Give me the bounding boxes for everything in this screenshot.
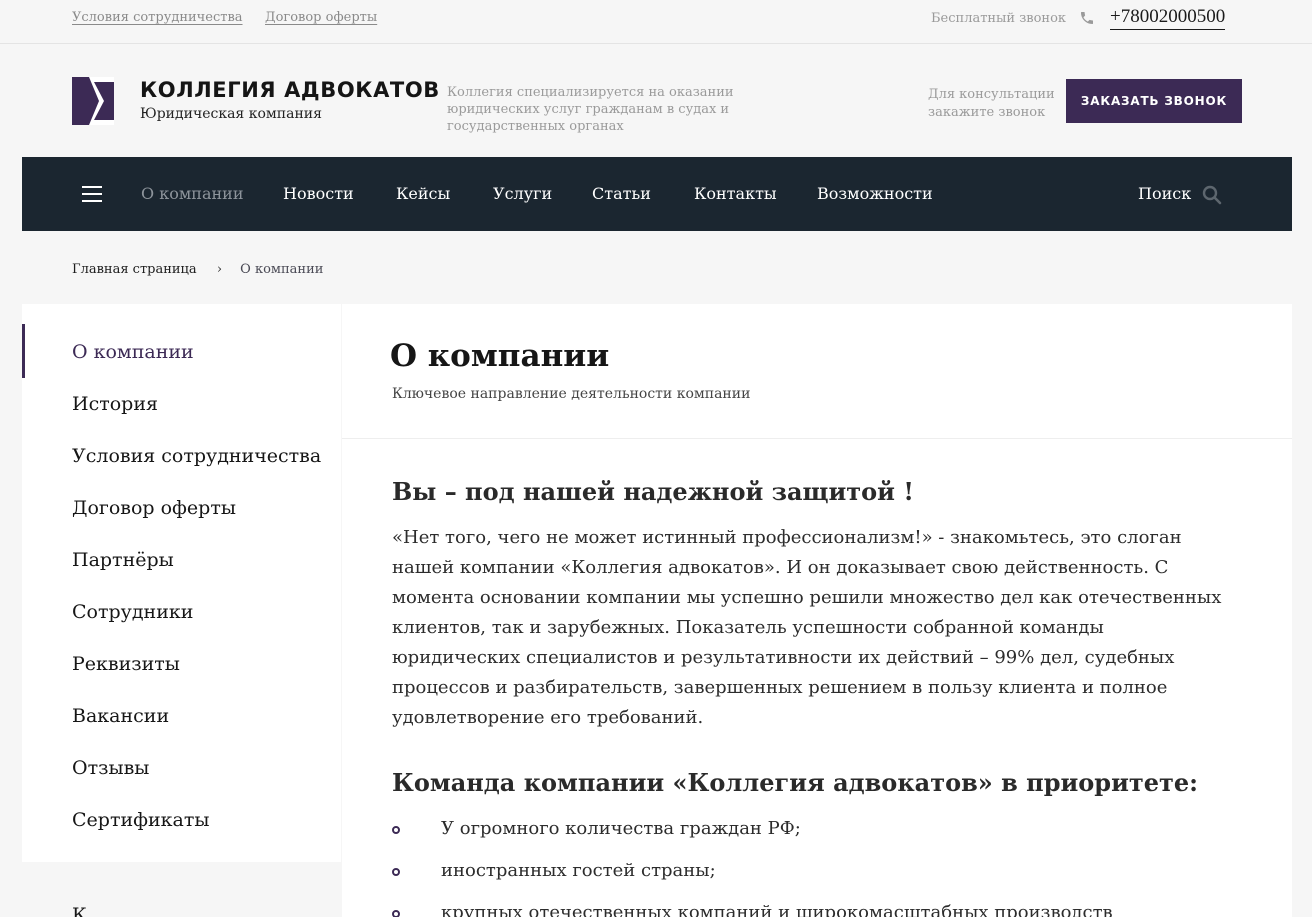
priority-list: У огромного количества граждан РФ; иност…: [392, 818, 1252, 917]
nav-item-services[interactable]: Услуги: [493, 184, 552, 203]
list-item-text: иностранных гостей страны;: [441, 860, 716, 881]
list-item: У огромного количества граждан РФ;: [392, 818, 1252, 860]
search-label[interactable]: Поиск: [1138, 184, 1191, 203]
main-nav: О компании Новости Кейсы Услуги Статьи К…: [22, 157, 1292, 231]
order-call-button[interactable]: ЗАКАЗАТЬ ЗВОНОК: [1066, 79, 1242, 123]
top-bar: Условия сотрудничества Договор оферты Бе…: [0, 0, 1312, 44]
list-item: крупных отечественных компаний и широком…: [392, 902, 1252, 917]
sidebar-extra-link[interactable]: К: [72, 904, 87, 917]
sidebar-item-history[interactable]: История: [72, 393, 158, 415]
page-subtitle: Ключевое направление деятельности компан…: [392, 386, 751, 402]
sidebar-item-reviews[interactable]: Отзывы: [72, 757, 149, 779]
breadcrumb-current: О компании: [240, 262, 324, 277]
bullet-icon: [392, 826, 400, 834]
sidebar-item-offer[interactable]: Договор оферты: [72, 497, 236, 519]
free-call-label: Бесплатный звонок: [931, 11, 1067, 26]
sidebar-active-marker: [22, 324, 25, 378]
breadcrumb-home-link[interactable]: Главная страница: [72, 262, 197, 277]
page-title: О компании: [390, 338, 610, 374]
phone-number-link[interactable]: +78002000500: [1110, 6, 1226, 30]
menu-burger-icon[interactable]: [82, 186, 102, 202]
intro-paragraph: «Нет того, чего не может истинный профес…: [392, 527, 1222, 728]
sidebar-item-vacancies[interactable]: Вакансии: [72, 705, 169, 727]
nav-item-articles[interactable]: Статьи: [592, 184, 651, 203]
sidebar-item-partners[interactable]: Партнёры: [72, 549, 174, 571]
list-item-text: У огромного количества граждан РФ;: [441, 818, 801, 839]
sidebar-item-requisites[interactable]: Реквизиты: [72, 653, 180, 675]
consult-note: Для консультации закажите звонок: [928, 87, 1055, 120]
sidebar-item-about[interactable]: О компании: [72, 341, 194, 363]
section-title-protection: Вы – под нашей надежной защитой !: [392, 477, 914, 506]
brand-tagline: Юридическая компания: [140, 106, 322, 122]
section-title-priority: Команда компании «Коллегия адвокатов» в …: [392, 768, 1199, 797]
content-header: О компании Ключевое направление деятельн…: [342, 304, 1292, 439]
chevron-right-icon: ›: [216, 262, 223, 277]
bullet-icon: [392, 910, 400, 917]
nav-item-about[interactable]: О компании: [141, 184, 243, 203]
sidebar-item-certificates[interactable]: Сертификаты: [72, 809, 210, 831]
brand-name[interactable]: КОЛЛЕГИЯ АДВОКАТОВ: [140, 78, 440, 102]
list-item: иностранных гостей страны;: [392, 860, 1252, 902]
bullet-icon: [392, 868, 400, 876]
main-content: О компании Ключевое направление деятельн…: [342, 304, 1292, 917]
offer-link[interactable]: Договор оферты: [265, 10, 377, 25]
breadcrumb: Главная страница › О компании: [72, 262, 323, 277]
logo-icon[interactable]: [72, 77, 114, 125]
nav-item-news[interactable]: Новости: [283, 184, 354, 203]
sidebar-item-terms[interactable]: Условия сотрудничества: [72, 445, 321, 467]
nav-item-contacts[interactable]: Контакты: [694, 184, 777, 203]
sidebar-item-staff[interactable]: Сотрудники: [72, 601, 193, 623]
phone-icon: [1081, 12, 1093, 24]
sidebar: О компании История Условия сотрудничеств…: [22, 304, 341, 862]
list-item-text: крупных отечественных компаний и широком…: [441, 902, 1113, 917]
header-description: Коллегия специализируется на оказании юр…: [447, 85, 734, 134]
search-icon[interactable]: [1202, 185, 1222, 205]
terms-link[interactable]: Условия сотрудничества: [72, 10, 243, 25]
nav-item-features[interactable]: Возможности: [817, 184, 933, 203]
nav-item-cases[interactable]: Кейсы: [396, 184, 450, 203]
